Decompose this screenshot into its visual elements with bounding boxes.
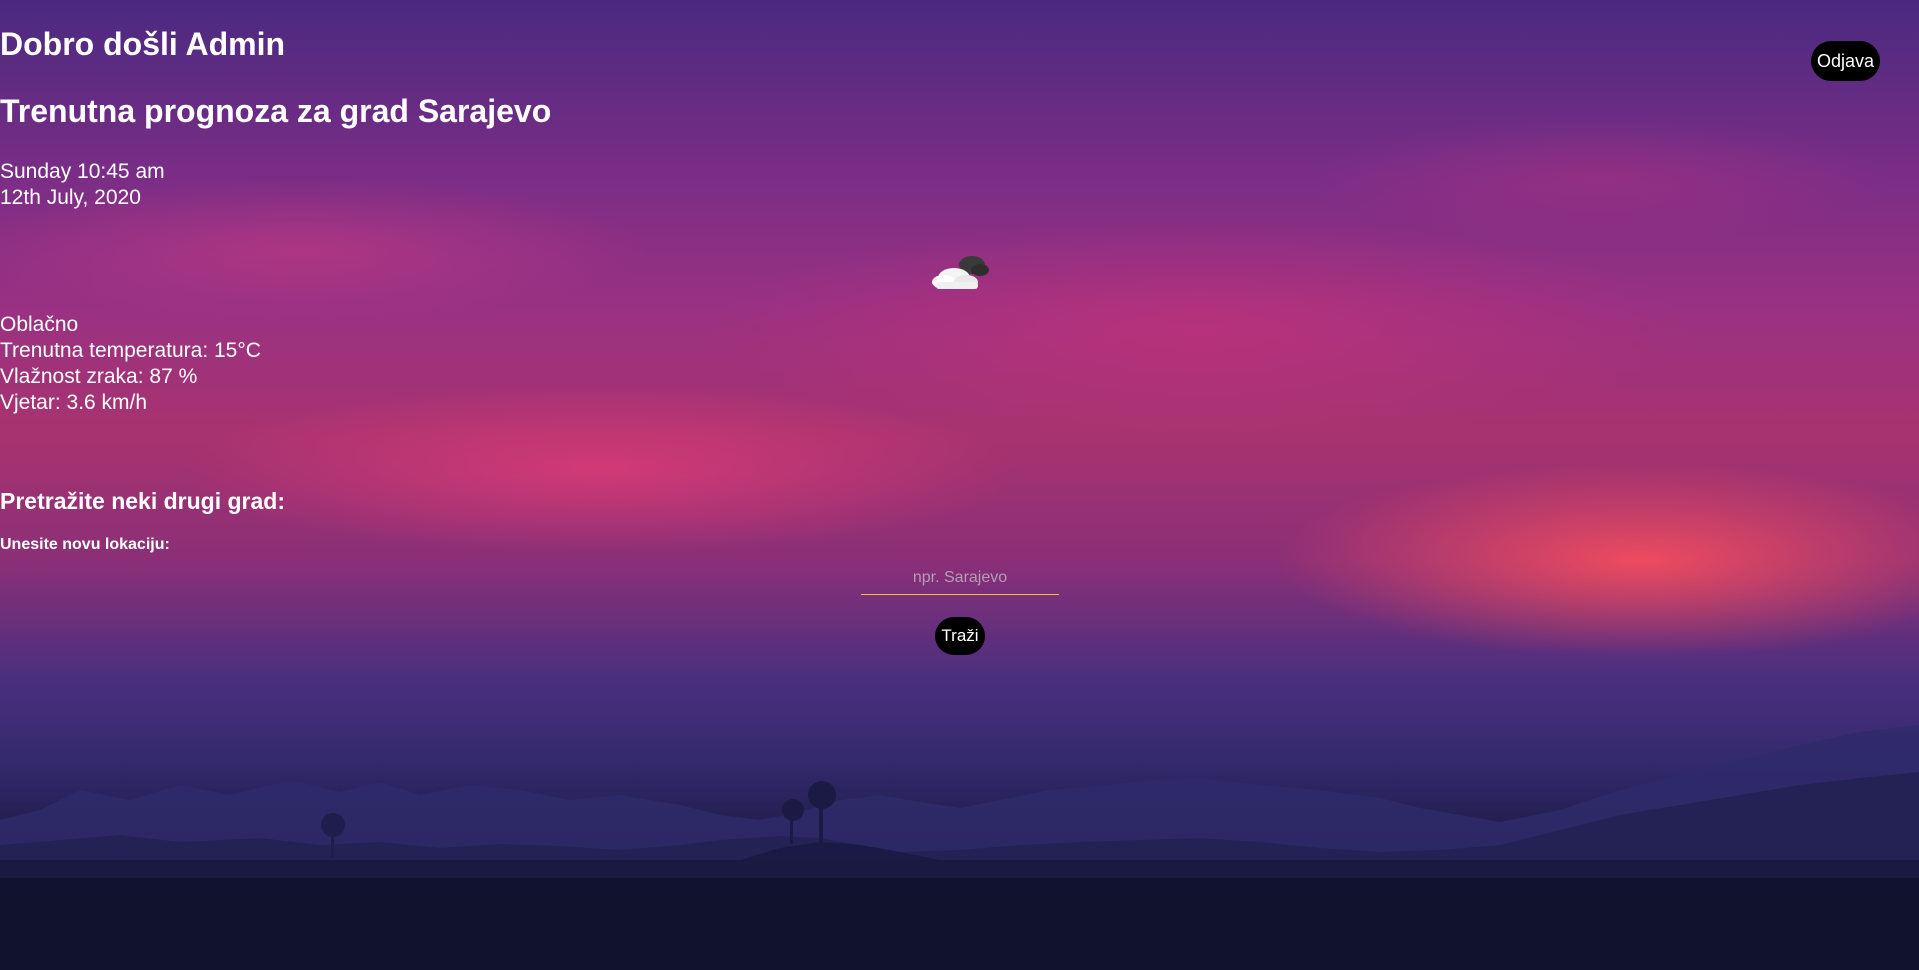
location-input[interactable] [861,562,1059,595]
weather-wind: Vjetar: 3.6 km/h [0,391,148,414]
forecast-title: Trenutna prognoza za grad Sarajevo [0,93,552,129]
weather-details: Oblačno Trenutna temperatura: 15°C Vlažn… [0,312,1919,416]
search-button[interactable]: Traži [935,617,985,655]
location-label: Unesite novu lokaciju: [0,536,170,553]
search-heading: Pretražite neki drugi grad: [0,488,286,514]
welcome-heading: Dobro došli Admin [0,26,286,62]
logout-button[interactable]: Odjava [1811,41,1880,81]
current-time: Sunday 10:45 am [0,160,165,183]
mountain-silhouette [0,725,1919,880]
datetime-block: Sunday 10:45 am 12th July, 2020 [0,159,1919,211]
current-date: 12th July, 2020 [0,186,141,209]
weather-humidity: Vlažnost zraka: 87 % [0,365,198,388]
partly-cloudy-icon [932,256,989,289]
weather-condition: Oblačno [0,313,79,336]
weather-temperature: Trenutna temperatura: 15°C [0,339,261,362]
ground-area [0,878,1919,970]
